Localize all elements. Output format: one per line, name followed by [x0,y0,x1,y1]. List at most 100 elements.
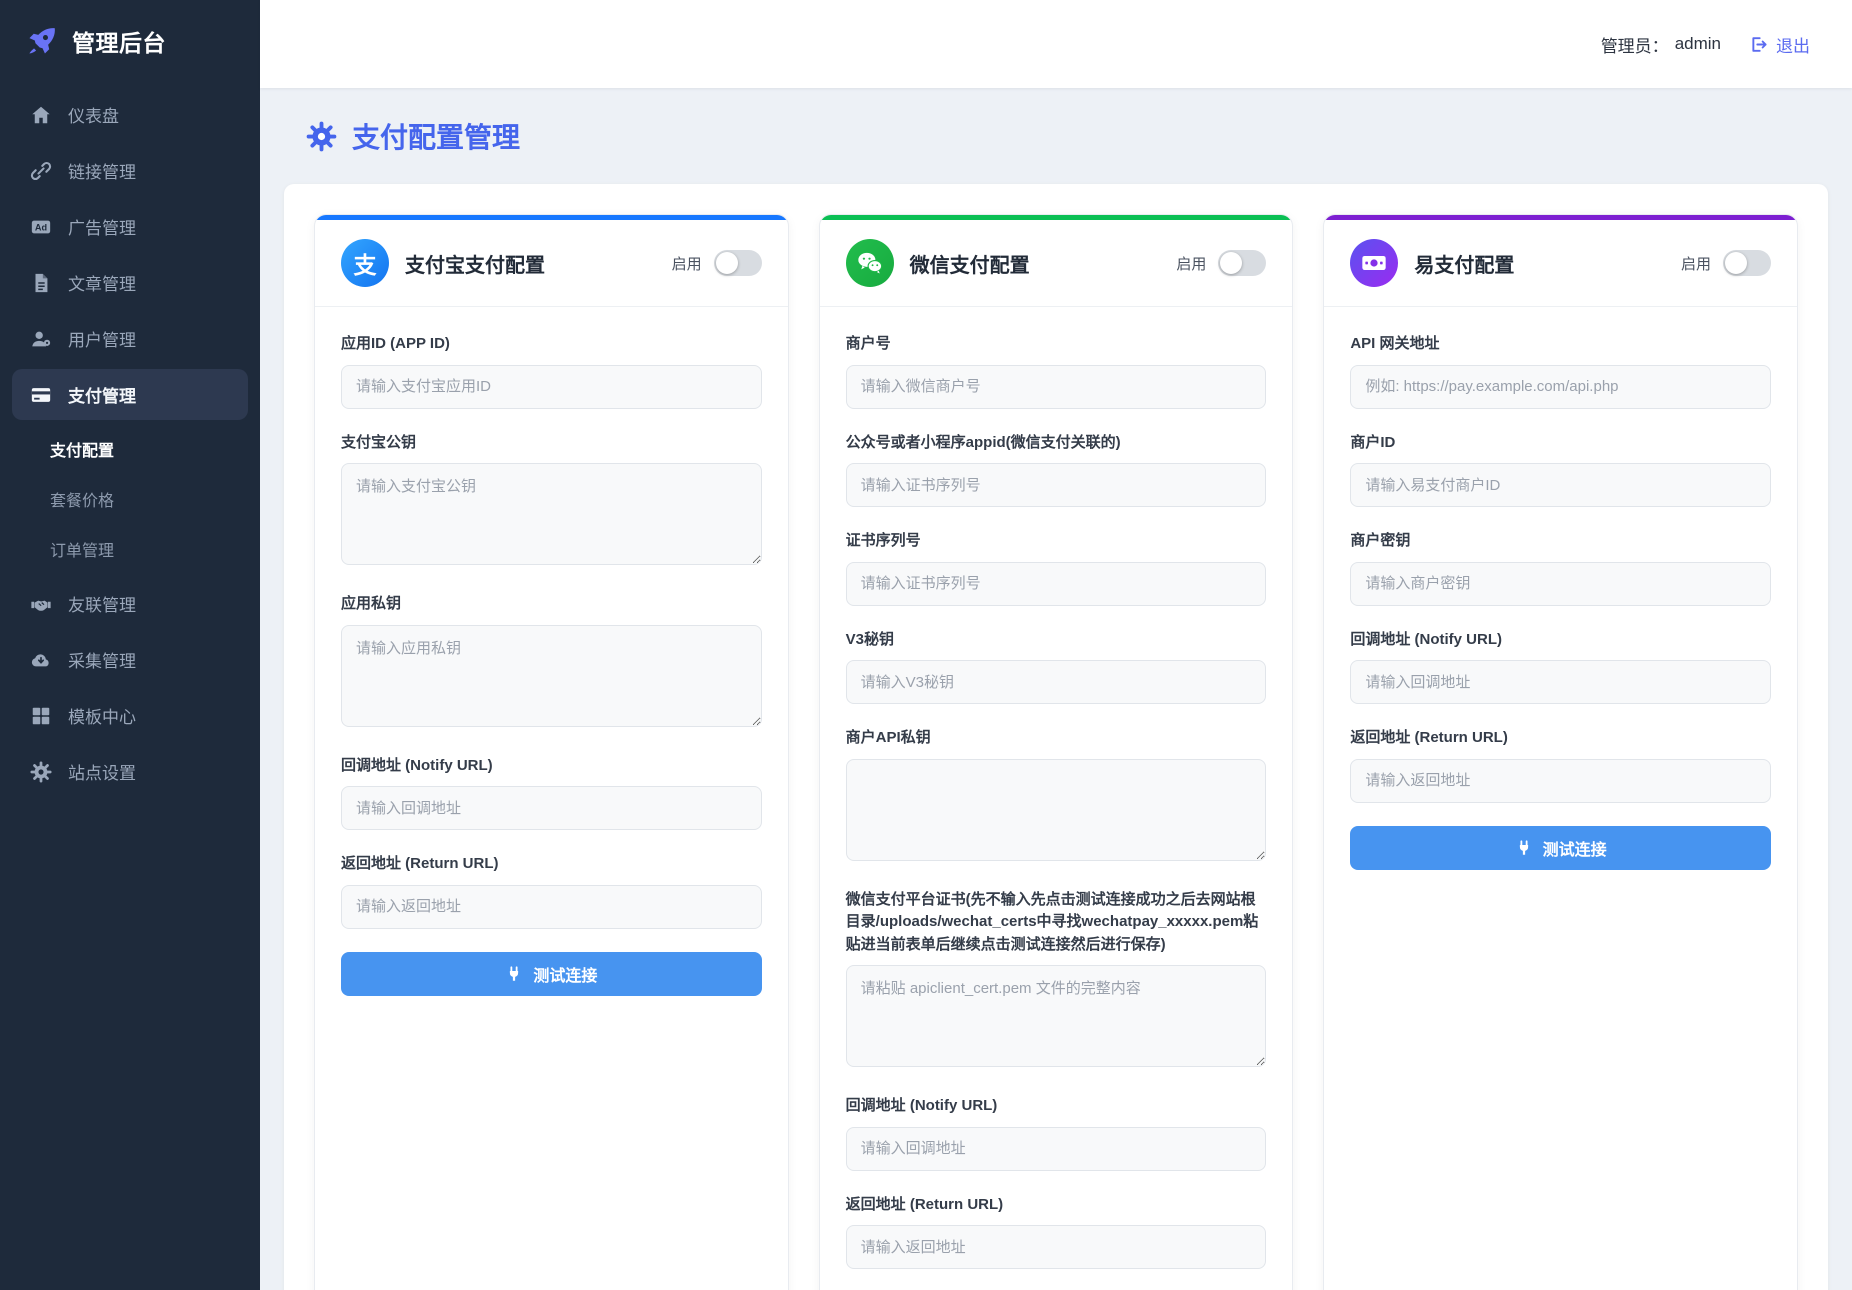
link-icon [30,160,52,182]
form-field: 回调地址 (Notify URL) [341,755,762,831]
wechat-field-input[interactable] [846,1127,1267,1171]
field-label: 应用ID (APP ID) [341,333,762,356]
handshake-icon [30,593,52,615]
alipay-field-input[interactable] [341,463,762,565]
form-field: 回调地址 (Notify URL) [1350,629,1771,705]
form-field: 商户号 [846,333,1267,409]
epay-field-input[interactable] [1350,660,1771,704]
sidebar-item-site-settings[interactable]: 站点设置 [0,746,260,797]
enable-toggle[interactable] [1218,250,1266,276]
test-connection-button[interactable]: 测试连接 [341,952,762,996]
wechat-field-input[interactable] [846,1225,1267,1269]
card-header: 易支付配置启用 [1324,220,1797,307]
field-label: 回调地址 (Notify URL) [1350,629,1771,652]
form-field: 返回地址 (Return URL) [1350,727,1771,803]
admin-label: 管理员： [1601,32,1669,57]
plug-icon [1515,839,1533,857]
form-field: 商户ID [1350,432,1771,508]
app-brand: 管理后台 [0,0,260,84]
field-label: 回调地址 (Notify URL) [341,755,762,778]
field-label: 回调地址 (Notify URL) [846,1095,1267,1118]
form-field: 商户密钥 [1350,530,1771,606]
sidebar-item-label: 文章管理 [68,270,136,295]
wechat-field-input[interactable] [846,965,1267,1067]
enable-toggle[interactable] [714,250,762,276]
enable-label: 启用 [1681,253,1711,274]
field-label: 支付宝公钥 [341,432,762,455]
alipay-field-input[interactable] [341,365,762,409]
form-field: 公众号或者小程序appid(微信支付关联的) [846,432,1267,508]
sidebar-item-label: 广告管理 [68,214,136,239]
field-label: 商户API私钥 [846,727,1267,750]
sidebar-item-payment-config[interactable]: 支付配置 [0,425,260,473]
form-field: API 网关地址 [1350,333,1771,409]
sidebar-item-payment[interactable]: 支付管理 [12,369,248,420]
gear-icon [306,121,337,152]
sidebar-item-links[interactable]: 链接管理 [0,145,260,196]
test-connection-label: 测试连接 [1543,836,1607,860]
test-connection-button[interactable]: 测试连接 [1350,826,1771,870]
sidebar-item-dashboard[interactable]: 仪表盘 [0,89,260,140]
wechat-field-input[interactable] [846,365,1267,409]
form-field: 微信支付平台证书(先不输入先点击测试连接成功之后去网站根目录/uploads/w… [846,889,1267,1073]
enable-control: 启用 [672,250,762,276]
card-title: 支付宝支付配置 [405,249,545,278]
enable-control: 启用 [1681,250,1771,276]
field-label: 返回地址 (Return URL) [846,1194,1267,1217]
wechat-field-input[interactable] [846,660,1267,704]
sidebar: 管理后台 仪表盘链接管理 Ad 广告管理文章管理用户管理支付管理支付配置套餐价格订单… [0,0,260,1290]
svg-text:Ad: Ad [35,222,47,232]
sidebar-item-users[interactable]: 用户管理 [0,313,260,364]
logout-link[interactable]: 退出 [1749,32,1810,57]
wechat-config-card: 微信支付配置启用商户号公众号或者小程序appid(微信支付关联的)证书序列号V3… [819,214,1294,1290]
field-label: 应用私钥 [341,593,762,616]
sidebar-item-collect[interactable]: 采集管理 [0,634,260,685]
grid-icon [30,705,52,727]
admin-name: admin [1675,34,1721,54]
alipay-field-input[interactable] [341,885,762,929]
alipay-field-input[interactable] [341,625,762,727]
alipay-field-input[interactable] [341,786,762,830]
enable-toggle[interactable] [1723,250,1771,276]
plug-icon [505,965,523,983]
epay-config-card: 易支付配置启用 API 网关地址商户ID 商户密钥回调地址 (Notify URL)… [1323,214,1798,1290]
enable-label: 启用 [672,253,702,274]
sidebar-item-orders[interactable]: 订单管理 [0,525,260,573]
main-area: 管理员： admin 退出 支付配置管理 支支付宝支付配置 启用应用ID (APP… [260,0,1852,1290]
sidebar-item-label: 站点设置 [68,759,136,784]
field-label: 返回地址 (Return URL) [341,853,762,876]
toggle-knob [1220,252,1242,274]
field-label: V3秘钥 [846,629,1267,652]
wechat-field-input[interactable] [846,562,1267,606]
test-connection-label: 测试连接 [533,962,597,986]
sidebar-item-templates[interactable]: 模板中心 [0,690,260,741]
alipay-icon: 支 [341,239,389,287]
field-label: 公众号或者小程序appid(微信支付关联的) [846,432,1267,455]
cloud-download-icon [30,649,52,671]
topbar: 管理员： admin 退出 [260,0,1852,88]
form-field: 应用私钥 [341,593,762,732]
enable-label: 启用 [1176,253,1206,274]
wechat-field-input[interactable] [846,463,1267,507]
app-brand-label: 管理后台 [72,24,166,58]
sidebar-item-articles[interactable]: 文章管理 [0,257,260,308]
sidebar-item-label: 链接管理 [68,158,136,183]
epay-field-input[interactable] [1350,759,1771,803]
epay-field-input[interactable] [1350,463,1771,507]
field-label: 商户密钥 [1350,530,1771,553]
sidebar-item-friend-links[interactable]: 友联管理 [0,578,260,629]
toggle-knob [1725,252,1747,274]
sidebar-item-package-price[interactable]: 套餐价格 [0,475,260,523]
epay-field-input[interactable] [1350,562,1771,606]
ad-icon: Ad [30,216,52,238]
logout-label: 退出 [1776,32,1810,57]
sidebar-item-label: 支付管理 [68,382,136,407]
card-header: 支支付宝支付配置 启用 [315,220,788,307]
epay-field-input[interactable] [1350,365,1771,409]
sidebar-item-ads[interactable]: Ad 广告管理 [0,201,260,252]
sidebar-item-label: 支付配置 [50,443,114,460]
wechat-field-input[interactable] [846,759,1267,861]
page-header: 支付配置管理 [260,88,1852,158]
form-field: 商户API私钥 [846,727,1267,866]
toggle-knob [716,252,738,274]
